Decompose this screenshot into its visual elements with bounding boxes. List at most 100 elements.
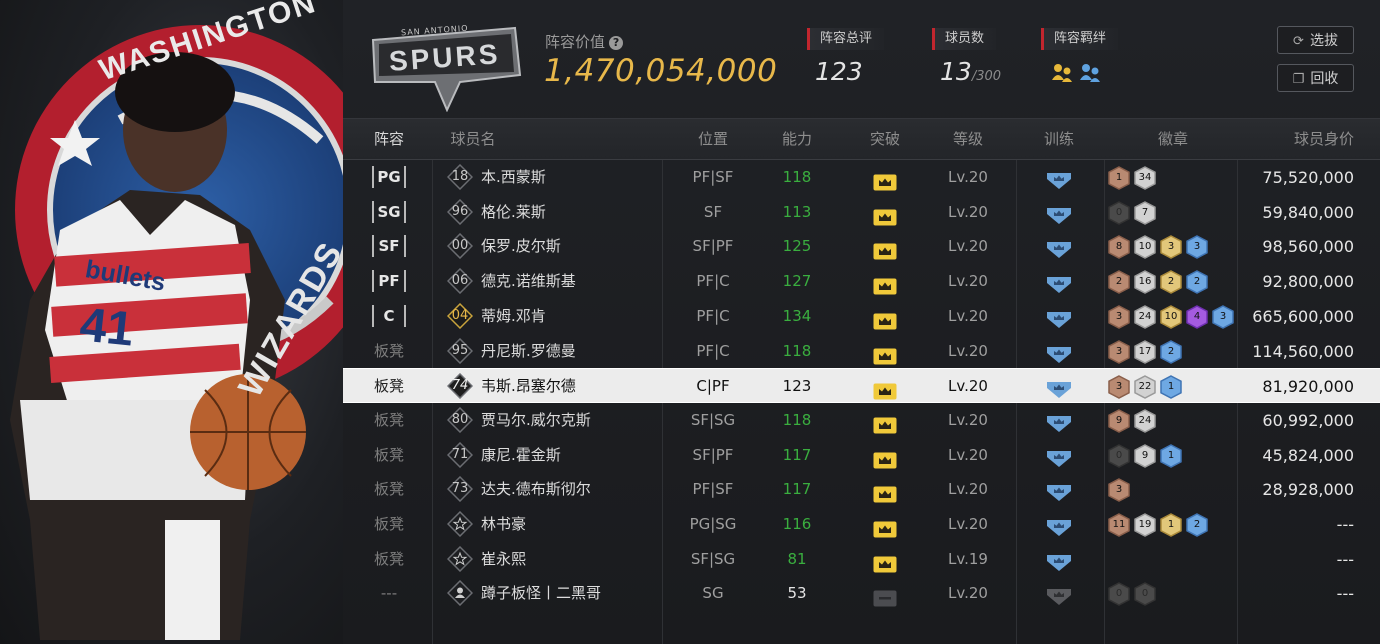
training-shield-icon[interactable] xyxy=(1046,203,1072,224)
jersey-number: 74 xyxy=(451,378,469,394)
training-shield-icon[interactable] xyxy=(1046,237,1072,259)
crown-locked-icon[interactable] xyxy=(873,585,897,607)
crown-icon[interactable] xyxy=(873,516,897,538)
table-row[interactable]: 板凳 95 丹尼斯.罗德曼 PF|C 118 Lv.20 3 17 2 114,560,000 xyxy=(343,334,1380,369)
jersey-number-badge: 95 xyxy=(447,337,473,364)
team-bond-icons[interactable] xyxy=(1050,62,1106,88)
badge-bronze-icon: 2 xyxy=(1108,270,1130,294)
recycle-button[interactable]: ❐ 回收 xyxy=(1277,64,1354,92)
jersey-number-badge: 74 xyxy=(447,373,473,400)
player-badges[interactable] xyxy=(1108,548,1238,572)
roster-table-header: 阵容 球员名 位置 能力 突破 等级 训练 徽章 球员身价 xyxy=(343,118,1380,160)
crown-icon[interactable] xyxy=(873,343,897,364)
crown-badge-icon xyxy=(873,174,897,191)
player-badges[interactable]: 8 10 3 3 xyxy=(1108,235,1238,260)
player-price: --- xyxy=(1336,549,1354,569)
table-row[interactable]: PG 18 本.西蒙斯 PF|SF 118 Lv.20 1 34 75,520,000 xyxy=(343,160,1380,195)
table-row[interactable]: PF 06 德克.诺维斯基 PF|C 127 Lv.20 2 16 2 2 92,800,000 xyxy=(343,264,1380,299)
crown-icon[interactable] xyxy=(873,378,897,400)
badge-silver-icon: 24 xyxy=(1134,304,1156,329)
badge-silver-icon: 10 xyxy=(1134,235,1156,260)
crown-icon[interactable] xyxy=(873,412,897,434)
badge-bronze-icon: 9 xyxy=(1108,409,1130,433)
crown-icon[interactable] xyxy=(873,273,897,295)
jersey-number-badge: 71 xyxy=(447,441,473,468)
player-price: 98,560,000 xyxy=(1262,237,1354,257)
badge-count: 3 xyxy=(1115,345,1123,357)
col-price[interactable]: 球员身价 xyxy=(1273,119,1354,159)
player-badges[interactable]: 3 24 10 4 3 xyxy=(1108,304,1238,329)
player-count-value: 13 xyxy=(940,57,972,86)
col-level[interactable]: 等级 xyxy=(918,119,1018,159)
badge-gold-icon: 3 xyxy=(1160,235,1182,260)
col-player-name[interactable]: 球员名 xyxy=(443,119,503,159)
table-row[interactable]: SF 00 保罗.皮尔斯 SF|PF 125 Lv.20 8 10 3 3 98,560,000 xyxy=(343,229,1380,264)
crown-icon[interactable] xyxy=(873,169,897,191)
player-badges[interactable]: 11 19 1 2 xyxy=(1108,513,1238,537)
badge-count: 2 xyxy=(1167,345,1175,357)
training-locked-icon[interactable] xyxy=(1046,584,1072,606)
table-row[interactable]: SG 96 格伦.莱斯 SF 113 Lv.20 0 7 59,840,000 xyxy=(343,195,1380,230)
crown-icon[interactable] xyxy=(873,481,897,503)
bench-slot-label: 板凳 xyxy=(373,445,404,464)
shield-icon xyxy=(1047,415,1071,432)
badge-count: 2 xyxy=(1115,276,1123,288)
training-shield-icon[interactable] xyxy=(1046,342,1072,363)
table-row[interactable]: 板凳 林书豪 PG|SG 116 Lv.20 11 19 1 2 --- xyxy=(343,507,1380,542)
player-badges[interactable]: 2 16 2 2 xyxy=(1108,270,1238,294)
badge-silver-icon: 34 xyxy=(1134,166,1156,190)
badge-count: 10 xyxy=(1164,310,1178,322)
col-lineup[interactable]: 阵容 xyxy=(368,119,410,159)
table-row[interactable]: 板凳 74 韦斯.昂塞尔德 C|PF 123 Lv.20 3 22 1 81,920,000 xyxy=(343,368,1380,404)
person-icon xyxy=(447,580,473,607)
table-row[interactable]: 板凳 80 贾马尔.威尔克斯 SF|SG 118 Lv.20 9 24 60,992,000 xyxy=(343,403,1380,438)
player-badges[interactable]: 1 34 xyxy=(1108,166,1238,190)
crown-icon[interactable] xyxy=(873,551,897,573)
player-badges[interactable]: 3 xyxy=(1108,478,1238,503)
training-shield-icon[interactable] xyxy=(1046,446,1072,467)
player-name: 蹲子板怪丨二黑哥 xyxy=(481,584,602,603)
table-row[interactable]: 板凳 71 康尼.霍金斯 SF|PF 117 Lv.20 0 9 1 45,824,000 xyxy=(343,438,1380,473)
player-level: Lv.20 xyxy=(948,410,988,429)
badge-count: 2 xyxy=(1193,276,1201,288)
badge-count: 1 xyxy=(1167,449,1175,461)
player-badges[interactable]: 3 17 2 xyxy=(1108,339,1238,364)
player-name: 本.西蒙斯 xyxy=(481,168,546,186)
col-training[interactable]: 训练 xyxy=(1009,119,1109,159)
table-row[interactable]: C 04 蒂姆.邓肯 PF|C 134 Lv.20 3 24 10 4 3 665,600,000 xyxy=(343,299,1380,334)
training-shield-icon[interactable] xyxy=(1046,480,1072,502)
player-badges[interactable]: 0 9 1 xyxy=(1108,443,1238,468)
training-shield-icon[interactable] xyxy=(1046,272,1072,294)
player-ability: 125 xyxy=(782,237,812,256)
player-badges[interactable]: 00 xyxy=(1108,582,1238,607)
player-name: 康尼.霍金斯 xyxy=(481,445,561,464)
question-circle-icon[interactable]: ? xyxy=(609,36,624,50)
training-shield-icon[interactable] xyxy=(1046,550,1072,571)
shield-icon xyxy=(1047,311,1071,328)
player-level: Lv.20 xyxy=(948,306,988,325)
table-row[interactable]: --- 蹲子板怪丨二黑哥 SG 53 Lv.20 0 0 --- xyxy=(343,576,1380,611)
col-badges[interactable]: 徽章 xyxy=(1123,119,1223,159)
crown-icon[interactable] xyxy=(873,447,897,469)
col-ability[interactable]: 能力 xyxy=(747,119,847,159)
table-row[interactable]: 板凳 73 达夫.德布斯彻尔 PF|SF 117 Lv.20 3 28,928,000 xyxy=(343,472,1380,507)
player-badges[interactable]: 07 xyxy=(1108,200,1238,225)
crown-icon[interactable] xyxy=(873,204,897,226)
badge-count: 19 xyxy=(1138,519,1152,530)
crown-icon[interactable] xyxy=(873,238,897,260)
badge-bronze-icon: 8 xyxy=(1108,235,1130,260)
table-row[interactable]: 板凳 崔永熙 SF|SG 81 Lv.19 --- xyxy=(343,542,1380,577)
player-badges[interactable]: 3 22 1 xyxy=(1108,375,1238,400)
select-button[interactable]: ⟳ 选拔 xyxy=(1277,26,1354,54)
training-shield-icon[interactable] xyxy=(1046,168,1072,189)
badge-blue-icon: 2 xyxy=(1186,513,1208,537)
training-shield-icon[interactable] xyxy=(1046,377,1072,399)
bench-slot-label: 板凳 xyxy=(373,341,404,360)
player-level: Lv.19 xyxy=(948,549,988,568)
crown-icon[interactable] xyxy=(873,308,897,330)
training-shield-icon[interactable] xyxy=(1046,411,1072,432)
player-level: Lv.20 xyxy=(948,515,988,533)
training-shield-icon[interactable] xyxy=(1046,515,1072,536)
player-badges[interactable]: 9 24 xyxy=(1108,409,1238,433)
training-shield-icon[interactable] xyxy=(1046,307,1072,328)
